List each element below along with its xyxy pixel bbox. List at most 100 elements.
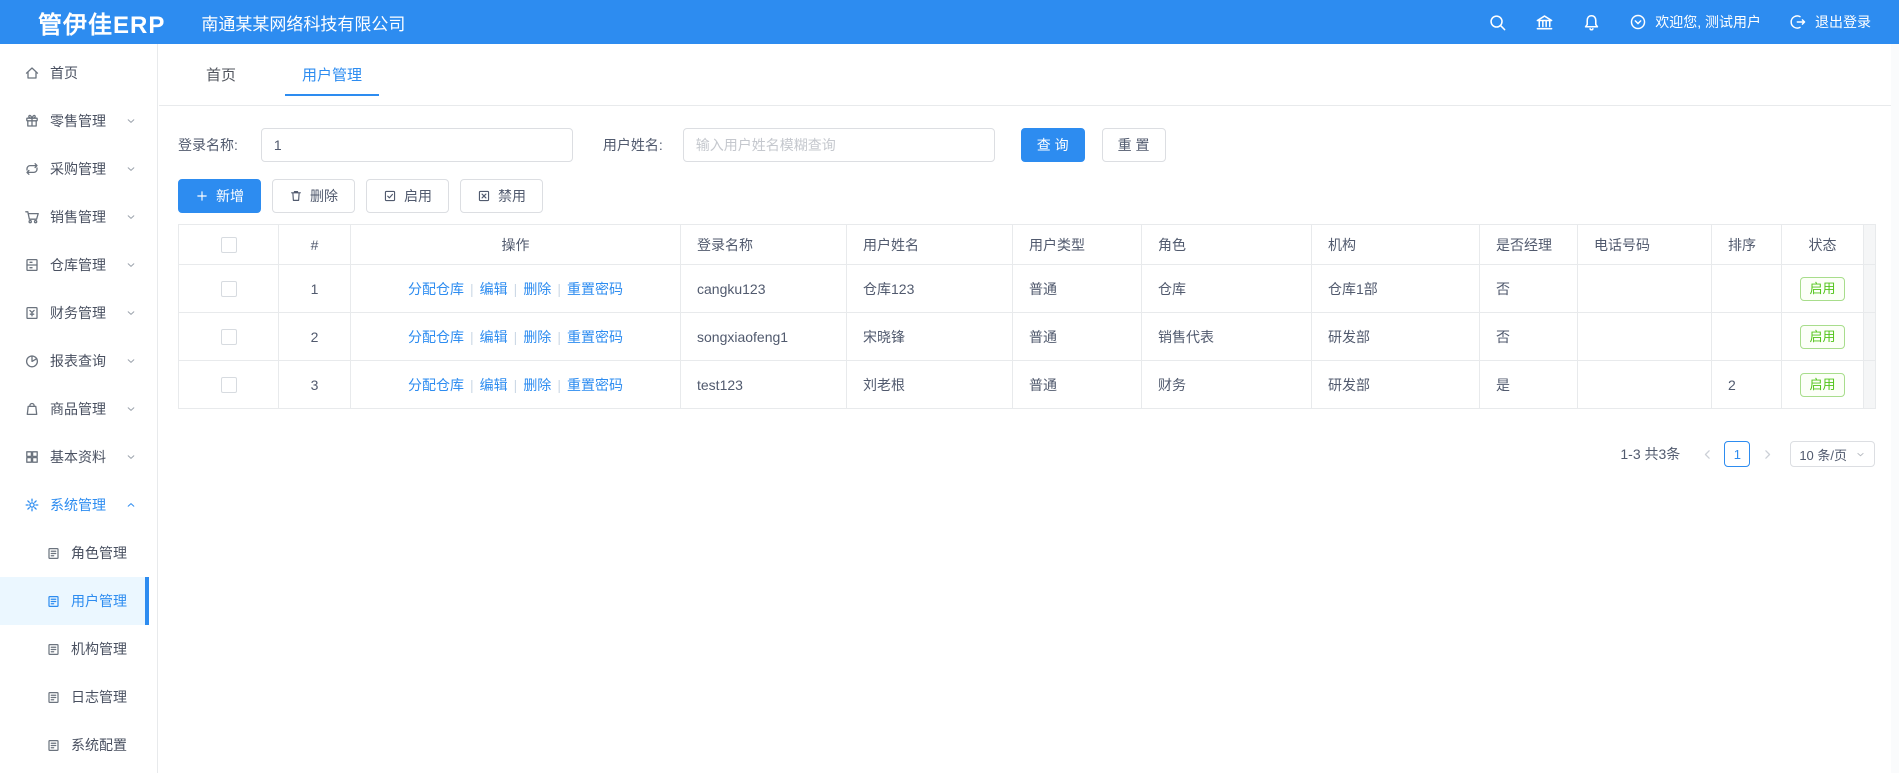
page-size-value: 10 条/页 xyxy=(1799,447,1847,463)
link-separator: | xyxy=(513,328,518,345)
sidebar-item-system[interactable]: 系统管理 xyxy=(0,481,149,529)
chevron-down-icon xyxy=(127,215,135,219)
assign-warehouse-link[interactable]: 分配仓库 xyxy=(408,281,464,297)
document-icon xyxy=(48,595,59,607)
sidebar-item-reports[interactable]: 报表查询 xyxy=(0,337,149,385)
cell-phone xyxy=(1577,312,1712,361)
delete-button[interactable]: 删除 xyxy=(272,179,355,213)
col-sort: 排序 xyxy=(1711,224,1782,265)
finance-icon xyxy=(26,306,38,320)
pie-chart-icon xyxy=(25,355,39,368)
cell-type: 普通 xyxy=(1012,360,1142,409)
cell-phone xyxy=(1577,264,1712,313)
sidebar-item-user-mgmt[interactable]: 用户管理 xyxy=(0,577,149,625)
grid-icon xyxy=(26,451,38,463)
page-scrollbar[interactable] xyxy=(1891,44,1899,773)
chevron-down-icon xyxy=(127,263,135,267)
table-row: 2 分配仓库 | 编辑 | 删除 | 重置密码 songxiaofeng1 宋晓锋 普通 销… xyxy=(178,312,1876,361)
sidebar-item-sales[interactable]: 销售管理 xyxy=(0,193,149,241)
cell-sort xyxy=(1711,312,1782,361)
disable-label: 禁用 xyxy=(498,188,526,204)
page-number-1[interactable]: 1 xyxy=(1724,441,1751,467)
search-button[interactable]: 查 询 xyxy=(1020,128,1085,162)
sidebar-item-goods[interactable]: 商品管理 xyxy=(0,385,149,433)
assign-warehouse-link[interactable]: 分配仓库 xyxy=(408,377,464,393)
table-scroll-gutter xyxy=(1863,264,1876,313)
chevron-left-icon xyxy=(1704,449,1710,459)
delete-link[interactable]: 删除 xyxy=(523,281,551,297)
cell-login: test123 xyxy=(680,360,847,409)
cell-sort: 2 xyxy=(1711,360,1782,409)
edit-link[interactable]: 编辑 xyxy=(480,377,508,393)
cell-index: 3 xyxy=(278,360,351,409)
gift-icon xyxy=(26,114,38,127)
sidebar-item-role-mgmt[interactable]: 角色管理 xyxy=(0,529,149,577)
link-separator: | xyxy=(513,280,518,297)
table-scroll-gutter xyxy=(1863,224,1876,265)
user-name-input[interactable] xyxy=(682,128,995,162)
bank-icon[interactable] xyxy=(1535,13,1554,32)
tab-user-mgmt[interactable]: 用户管理 xyxy=(285,44,380,105)
cell-org: 研发部 xyxy=(1311,312,1480,361)
sidebar-item-label: 采购管理 xyxy=(50,161,106,177)
repeat-icon xyxy=(26,163,38,175)
document-icon xyxy=(48,739,59,751)
select-all-checkbox[interactable] xyxy=(220,237,237,254)
sidebar-item-system-config[interactable]: 系统配置 xyxy=(0,721,149,769)
search-icon[interactable] xyxy=(1488,13,1507,32)
delete-link[interactable]: 删除 xyxy=(523,377,551,393)
sidebar-item-purchase[interactable]: 采购管理 xyxy=(0,145,149,193)
link-separator: | xyxy=(557,280,561,297)
status-badge: 启用 xyxy=(1800,276,1845,301)
row-checkbox[interactable] xyxy=(220,281,237,298)
table-row: 1 分配仓库 | 编辑 | 删除 | 重置密码 cangku123 仓库123 普通 仓库 … xyxy=(178,264,1876,313)
sidebar-item-basic-data[interactable]: 基本资料 xyxy=(0,433,149,481)
delete-link[interactable]: 删除 xyxy=(523,329,551,345)
sidebar: 首页 零售管理 采购管理 销售管理 仓库管理 财务管理 报表查询 商品管理 基本… xyxy=(0,44,158,773)
login-name-input[interactable] xyxy=(260,128,573,162)
disable-button[interactable]: 禁用 xyxy=(460,179,543,213)
cell-role: 仓库 xyxy=(1141,264,1312,313)
reset-password-link[interactable]: 重置密码 xyxy=(567,377,623,393)
chevron-down-icon xyxy=(127,359,135,363)
users-table: # 操作 登录名称 用户姓名 用户类型 角色 机构 是否经理 电话号码 排序 状… xyxy=(178,224,1899,409)
col-name: 用户姓名 xyxy=(846,224,1013,265)
sidebar-item-org-mgmt[interactable]: 机构管理 xyxy=(0,625,149,673)
link-separator: | xyxy=(470,280,474,297)
tab-home[interactable]: 首页 xyxy=(206,44,236,105)
assign-warehouse-link[interactable]: 分配仓库 xyxy=(408,329,464,345)
document-icon xyxy=(48,547,59,559)
cabinet-icon xyxy=(26,258,38,272)
edit-link[interactable]: 编辑 xyxy=(480,329,508,345)
user-menu[interactable]: 欢迎您, 测试用户 xyxy=(1629,12,1761,32)
col-type: 用户类型 xyxy=(1012,224,1142,265)
row-checkbox[interactable] xyxy=(220,377,237,394)
chevron-down-icon xyxy=(127,455,135,459)
sidebar-item-log-mgmt[interactable]: 日志管理 xyxy=(0,673,149,721)
table-scroll-gutter xyxy=(1863,312,1876,361)
sidebar-item-finance[interactable]: 财务管理 xyxy=(0,289,149,337)
logout-button[interactable]: 退出登录 xyxy=(1789,12,1871,32)
sidebar-item-label: 日志管理 xyxy=(71,689,127,705)
link-separator: | xyxy=(470,328,474,345)
add-button[interactable]: 新增 xyxy=(178,179,261,213)
bell-icon[interactable] xyxy=(1582,13,1601,32)
pagination: 1-3 共3条 1 10 条/页 xyxy=(178,441,1875,467)
edit-link[interactable]: 编辑 xyxy=(480,281,508,297)
sidebar-item-warehouse[interactable]: 仓库管理 xyxy=(0,241,149,289)
prev-page-button[interactable] xyxy=(1694,441,1720,467)
tab-strip: 首页 用户管理 xyxy=(159,44,1899,106)
link-separator: | xyxy=(470,376,474,393)
next-page-button[interactable] xyxy=(1754,441,1780,467)
row-checkbox[interactable] xyxy=(220,329,237,346)
status-badge: 启用 xyxy=(1800,324,1845,349)
reset-password-link[interactable]: 重置密码 xyxy=(567,281,623,297)
reset-password-link[interactable]: 重置密码 xyxy=(567,329,623,345)
sidebar-item-home[interactable]: 首页 xyxy=(0,49,149,97)
chevron-down-icon xyxy=(127,311,135,315)
page-size-select[interactable]: 10 条/页 xyxy=(1790,441,1875,467)
enable-button[interactable]: 启用 xyxy=(366,179,449,213)
sidebar-item-retail[interactable]: 零售管理 xyxy=(0,97,149,145)
link-separator: | xyxy=(557,376,561,393)
reset-button[interactable]: 重 置 xyxy=(1101,128,1166,162)
